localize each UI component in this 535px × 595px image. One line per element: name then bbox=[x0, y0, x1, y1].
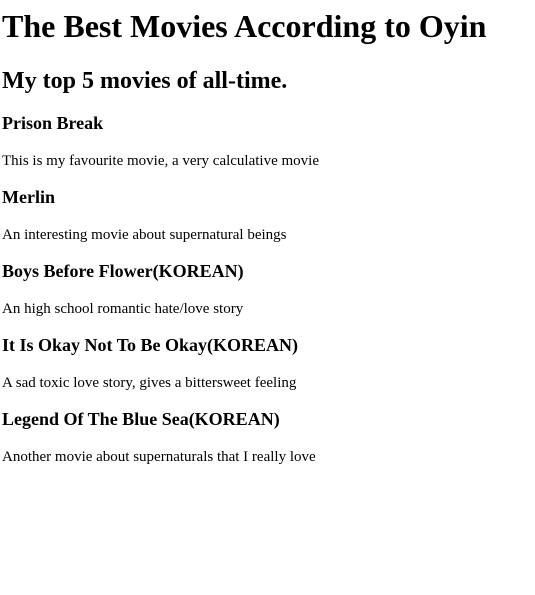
movie-title: Merlin bbox=[2, 187, 55, 207]
movie-title: It Is Okay Not To Be Okay(KOREAN) bbox=[2, 335, 299, 355]
page-subtitle: My top 5 movies of all-time. bbox=[2, 68, 288, 94]
movie-item: Prison Break This is my favourite movie,… bbox=[2, 112, 533, 170]
page-title: The Best Movies According to Oyin bbox=[2, 8, 487, 44]
movie-description: An high school romantic hate/love story bbox=[2, 301, 244, 317]
movie-description: A sad toxic love story, gives a bittersw… bbox=[2, 375, 297, 391]
movie-item: Boys Before Flower(KOREAN) An high schoo… bbox=[2, 260, 533, 318]
movie-description: Another movie about supernaturals that I… bbox=[2, 449, 316, 465]
movie-list: Prison Break This is my favourite movie,… bbox=[2, 112, 533, 466]
movie-title: Prison Break bbox=[2, 113, 104, 133]
movie-item: Merlin An interesting movie about supern… bbox=[2, 186, 533, 244]
movie-title: Legend Of The Blue Sea(KOREAN) bbox=[2, 409, 280, 429]
movie-item: It Is Okay Not To Be Okay(KOREAN) A sad … bbox=[2, 334, 533, 392]
movie-description: An interesting movie about supernatural … bbox=[2, 227, 287, 243]
movie-description: This is my favourite movie, a very calcu… bbox=[2, 153, 319, 169]
movie-item: Legend Of The Blue Sea(KOREAN) Another m… bbox=[2, 408, 533, 466]
movie-title: Boys Before Flower(KOREAN) bbox=[2, 261, 244, 281]
